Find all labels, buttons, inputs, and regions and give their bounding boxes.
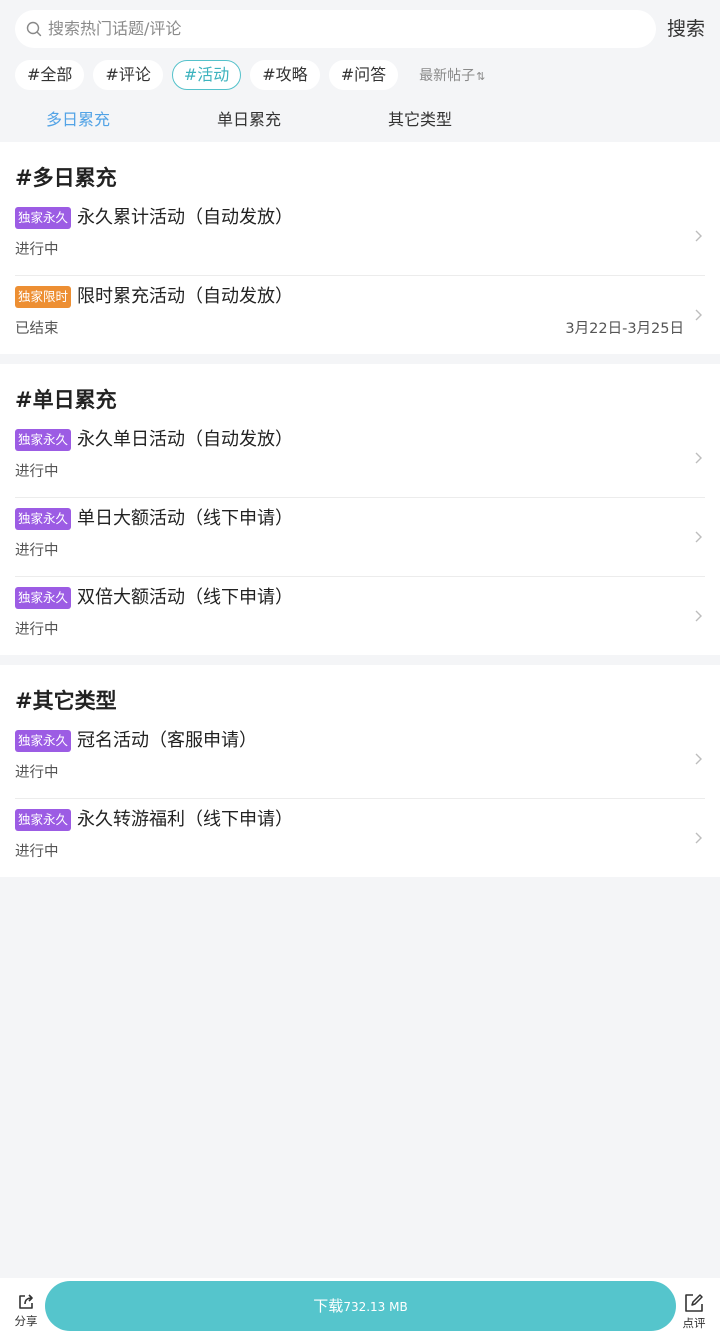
search-icon <box>26 21 42 37</box>
chevron-right-icon <box>695 832 702 844</box>
category-tabs: 多日累充 单日累充 其它类型 <box>0 100 720 140</box>
badge: 独家永久 <box>15 587 72 609</box>
chevron-right-icon <box>695 230 702 242</box>
share-button[interactable]: 分享 <box>8 1292 44 1336</box>
sort-toggle[interactable]: 最新帖子⇅ <box>419 65 485 85</box>
edit-icon <box>685 1294 703 1312</box>
topic-chips: #全部 #评论 #活动 #攻略 #问答 最新帖子⇅ <box>15 59 485 90</box>
item-status: 进行中 <box>15 844 59 860</box>
badge: 独家永久 <box>15 809 72 831</box>
download-button[interactable]: 下载732.13 MB <box>45 1281 676 1331</box>
item-title: 双倍大额活动（线下申请） <box>77 587 293 608</box>
list-item[interactable]: 独家永久 冠名活动（客服申请） 进行中 <box>0 720 720 799</box>
list-item[interactable]: 独家限时 限时累充活动（自动发放） 已结束 3月22日-3月25日 <box>0 276 720 355</box>
chip-events[interactable]: #活动 <box>171 59 242 90</box>
download-label: 下载 <box>313 1297 344 1315</box>
item-status: 进行中 <box>15 765 59 781</box>
list-item[interactable]: 独家永久 永久累计活动（自动发放） 进行中 <box>0 197 720 276</box>
list-item[interactable]: 独家永久 永久转游福利（线下申请） 进行中 <box>0 799 720 878</box>
review-label: 点评 <box>682 1316 706 1330</box>
list-item[interactable]: 独家永久 双倍大额活动（线下申请） 进行中 <box>0 577 720 656</box>
badge: 独家永久 <box>15 730 72 752</box>
item-title: 永久转游福利（线下申请） <box>77 809 293 830</box>
section-title: #多日累充 <box>15 166 117 190</box>
chip-qa[interactable]: #问答 <box>328 59 399 90</box>
badge: 独家永久 <box>15 207 72 229</box>
list-item[interactable]: 独家永久 单日大额活动（线下申请） 进行中 <box>0 498 720 577</box>
tab-other[interactable]: 其它类型 <box>388 100 452 140</box>
badge: 独家永久 <box>15 429 72 451</box>
section-single-day: #单日累充 独家永久 永久单日活动（自动发放） 进行中 独家永久 单日大额活动（… <box>0 364 720 655</box>
chevron-right-icon <box>695 452 702 464</box>
section-title: #其它类型 <box>15 689 117 713</box>
badge: 独家限时 <box>15 286 72 308</box>
chip-guides[interactable]: #攻略 <box>250 59 320 90</box>
item-status: 进行中 <box>15 622 59 638</box>
tab-multi-day[interactable]: 多日累充 <box>46 100 110 140</box>
share-icon <box>19 1294 33 1309</box>
item-title: 冠名活动（客服申请） <box>77 730 257 751</box>
item-status: 已结束 <box>15 321 59 337</box>
item-status: 进行中 <box>15 543 59 559</box>
badge: 独家永久 <box>15 508 72 530</box>
review-button[interactable]: 点评 <box>676 1292 712 1336</box>
search-button[interactable]: 搜索 <box>667 10 705 48</box>
item-title: 永久单日活动（自动发放） <box>77 429 293 450</box>
sort-label: 最新帖子 <box>419 67 476 84</box>
bottom-action-bar: 分享 下载732.13 MB 点评 <box>0 1278 720 1339</box>
search-input[interactable]: 搜索热门话题/评论 <box>15 10 656 48</box>
chip-comments[interactable]: #评论 <box>93 59 163 90</box>
chevron-right-icon <box>695 610 702 622</box>
chip-all[interactable]: #全部 <box>15 59 85 90</box>
item-status: 进行中 <box>15 242 59 258</box>
chevron-right-icon <box>695 753 702 765</box>
download-size: 732.13 MB <box>343 1300 408 1314</box>
chevron-right-icon <box>695 531 702 543</box>
section-multi-day: #多日累充 独家永久 永久累计活动（自动发放） 进行中 独家限时 限时累充活动（… <box>0 142 720 354</box>
sort-arrows-icon: ⇅ <box>476 69 486 83</box>
share-label: 分享 <box>14 1314 38 1328</box>
item-status: 进行中 <box>15 464 59 480</box>
section-other: #其它类型 独家永久 冠名活动（客服申请） 进行中 独家永久 永久转游福利（线下… <box>0 665 720 877</box>
item-title: 永久累计活动（自动发放） <box>77 207 293 228</box>
search-placeholder: 搜索热门话题/评论 <box>48 19 182 38</box>
section-title: #单日累充 <box>15 388 117 412</box>
item-title: 单日大额活动（线下申请） <box>77 508 293 529</box>
item-date: 3月22日-3月25日 <box>565 321 684 337</box>
item-title: 限时累充活动（自动发放） <box>77 286 293 307</box>
list-item[interactable]: 独家永久 永久单日活动（自动发放） 进行中 <box>0 419 720 498</box>
tab-single-day[interactable]: 单日累充 <box>217 100 281 140</box>
chevron-right-icon <box>695 309 702 321</box>
top-bar: 搜索热门话题/评论 搜索 #全部 #评论 #活动 #攻略 #问答 最新帖子⇅ 多… <box>0 0 720 142</box>
